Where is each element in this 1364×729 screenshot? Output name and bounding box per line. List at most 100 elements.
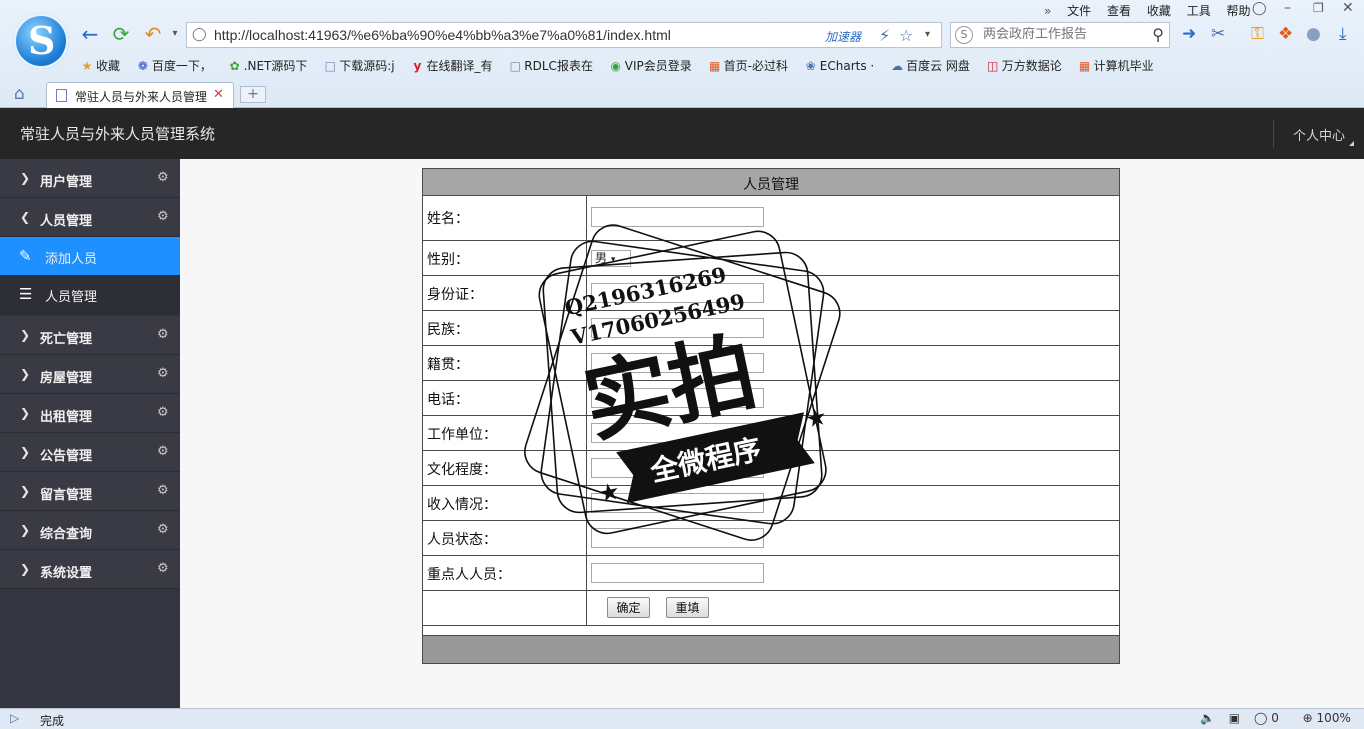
speaker-icon[interactable]: 🔈 — [1200, 711, 1215, 725]
sidebar-item-notice[interactable]: ❯ 公告管理 ⚙ — [0, 433, 180, 472]
sidebar-item-label: 人员管理 — [40, 214, 93, 229]
browser-logo-icon[interactable]: S — [13, 13, 69, 69]
list-icon: ☰ — [19, 285, 33, 303]
field-label: 姓名： — [427, 211, 469, 227]
undo-dropdown-icon[interactable]: ▾ — [163, 22, 187, 46]
undo-icon[interactable]: ↶ — [141, 22, 165, 46]
close-window-icon[interactable]: ✕ — [1342, 0, 1354, 16]
sidebar-item-housing[interactable]: ❯ 房屋管理 ⚙ — [0, 355, 180, 394]
sidebar-item-death[interactable]: ❯ 死亡管理 ⚙ — [0, 316, 180, 355]
zoom-control[interactable]: ⊕ 100% — [1303, 711, 1361, 725]
bookmark-vip[interactable]: ◉ VIP会员登录 — [609, 57, 692, 74]
gear-icon: ⚙ — [157, 405, 169, 420]
browser-status-bar: ▷ 完成 🔈 ▣ ◯ 0 ⊕ 100% — [0, 708, 1364, 729]
user-center-link[interactable]: 个人中心 — [1293, 125, 1345, 144]
key-person-input[interactable] — [591, 563, 764, 583]
back-icon[interactable]: ← — [78, 22, 102, 46]
chevron-down-icon: ❮ — [20, 210, 31, 224]
home-icon[interactable]: ⌂ — [14, 84, 25, 104]
scissors-icon[interactable]: ✂ — [1211, 24, 1225, 44]
bookmark-net-source[interactable]: ✿ .NET源码下 — [228, 57, 308, 74]
app-header: 常驻人员与外来人员管理系统 个人中心 — [0, 108, 1364, 159]
form-row-id: 身份证： — [423, 276, 1119, 311]
bookmark-download-source[interactable]: □ 下载源码:j — [323, 57, 395, 74]
sidebar-item-users[interactable]: ❯ 用户管理 ⚙ — [0, 159, 180, 198]
id-card-input[interactable] — [591, 283, 764, 303]
address-bar[interactable]: ◯ http://localhost:41963/%e6%ba%90%e4%bb… — [186, 22, 942, 48]
sidebar-item-persons[interactable]: ❮ 人员管理 ⚙ — [0, 198, 180, 237]
bookmark-graduation[interactable]: ▦ 计算机毕业 — [1078, 57, 1154, 74]
bookmark-favorites[interactable]: ★ 收藏 — [80, 57, 120, 74]
menu-file[interactable]: 文件 — [1067, 4, 1091, 18]
search-icon[interactable]: ⚲ — [1152, 25, 1164, 44]
adblock-icon[interactable]: ◯ 0 — [1254, 711, 1289, 725]
reset-button[interactable]: 重填 — [666, 597, 709, 618]
address-dropdown-icon[interactable]: ▾ — [925, 29, 930, 40]
play-icon[interactable]: ▷ — [10, 711, 19, 725]
maximize-icon[interactable]: ❐ — [1313, 1, 1324, 15]
star-icon[interactable]: ☆ — [899, 26, 913, 45]
search-box[interactable]: S ⚲ — [950, 22, 1170, 48]
bookmark-baidu-cloud[interactable]: ☁ 百度云 网盘 — [890, 57, 970, 74]
bookmark-rdlc[interactable]: □ RDLC报表在 — [508, 57, 593, 74]
form-row-education: 文化程度： — [423, 451, 1119, 486]
menu-favorites[interactable]: 收藏 — [1147, 4, 1171, 18]
menu-tools[interactable]: 工具 — [1187, 4, 1211, 18]
field-label: 电话： — [427, 392, 469, 408]
gear-icon: ⚙ — [157, 483, 169, 498]
ethnicity-input[interactable] — [591, 318, 764, 338]
gear-icon: ⚙ — [157, 444, 169, 459]
income-input[interactable] — [591, 493, 764, 513]
sidebar-item-label: 出租管理 — [40, 410, 93, 425]
field-label: 人员状态： — [427, 532, 497, 548]
minimize-icon[interactable]: – — [1284, 0, 1291, 16]
gender-select[interactable]: 男 ▾ — [591, 250, 631, 267]
submit-button[interactable]: 确定 — [607, 597, 650, 618]
browser-menu: » 文件 查看 收藏 工具 帮助 — [1044, 2, 1263, 18]
briefcase-icon[interactable]: ▣ — [1229, 711, 1240, 725]
login-icon[interactable]: ➜ — [1182, 24, 1196, 44]
plugin-icon[interactable]: ❖ — [1278, 24, 1293, 44]
form-footer — [423, 635, 1119, 663]
bookmark-translate[interactable]: y 在线翻译_有 — [410, 57, 493, 74]
bookmark-home[interactable]: ▦ 首页-必过科 — [708, 57, 788, 74]
accelerator-label[interactable]: 加速器 — [825, 28, 861, 45]
sidebar-subitem-add-person[interactable]: ✎ 添加人员 — [0, 237, 180, 275]
sidebar-item-query[interactable]: ❯ 综合查询 ⚙ — [0, 511, 180, 550]
workplace-input[interactable] — [591, 423, 764, 443]
download-icon[interactable]: ⤓ — [1339, 24, 1347, 44]
phone-input[interactable] — [591, 388, 764, 408]
sidebar-item-label: 添加人员 — [45, 252, 98, 267]
address-url[interactable]: http://localhost:41963/%e6%ba%90%e4%bb%a… — [214, 27, 671, 43]
menu-view[interactable]: 查看 — [1107, 4, 1131, 18]
tab-active[interactable]: 常驻人员与外来人员管理 ✕ — [46, 82, 234, 108]
skin-icon[interactable]: ◯ — [1252, 1, 1267, 16]
sidebar-item-messages[interactable]: ❯ 留言管理 ⚙ — [0, 472, 180, 511]
sidebar-subitem-person-manage[interactable]: ☰ 人员管理 — [0, 275, 180, 315]
form-row-income: 收入情况： — [423, 486, 1119, 521]
close-tab-icon[interactable]: ✕ — [213, 87, 224, 102]
refresh-icon[interactable]: ⟳ — [109, 22, 133, 46]
menu-more-icon[interactable]: » — [1044, 4, 1051, 18]
native-place-input[interactable] — [591, 353, 764, 373]
education-input[interactable] — [591, 458, 764, 478]
bookmark-echarts[interactable]: ❀ ECharts · — [804, 59, 874, 73]
more-tools-icon[interactable]: ● — [1306, 24, 1321, 44]
key-icon[interactable]: ⚿ — [1251, 24, 1264, 44]
menu-help[interactable]: 帮助 — [1227, 4, 1251, 18]
form-row-status: 人员状态： — [423, 521, 1119, 556]
sidebar-item-rental[interactable]: ❯ 出租管理 ⚙ — [0, 394, 180, 433]
search-engine-icon[interactable]: S — [955, 26, 973, 44]
search-input[interactable] — [983, 27, 1143, 42]
lightning-icon[interactable]: ⚡ — [879, 26, 890, 45]
bookmark-wanfang[interactable]: ◫ 万方数据论 — [986, 57, 1062, 74]
bookmarks-bar: ★ 收藏 ❁ 百度一下， ✿ .NET源码下 □ 下载源码:j y 在线翻译_有 □ RDL… — [80, 57, 1166, 75]
status-input[interactable] — [591, 528, 764, 548]
new-tab-button[interactable]: + — [240, 86, 266, 103]
name-input[interactable] — [591, 207, 764, 227]
sidebar-item-settings[interactable]: ❯ 系统设置 ⚙ — [0, 550, 180, 589]
field-label: 重点人人员： — [427, 567, 511, 583]
bookmark-baidu[interactable]: ❁ 百度一下， — [136, 57, 212, 74]
chevron-right-icon: ❯ — [20, 406, 31, 420]
form-row-phone: 电话： — [423, 381, 1119, 416]
